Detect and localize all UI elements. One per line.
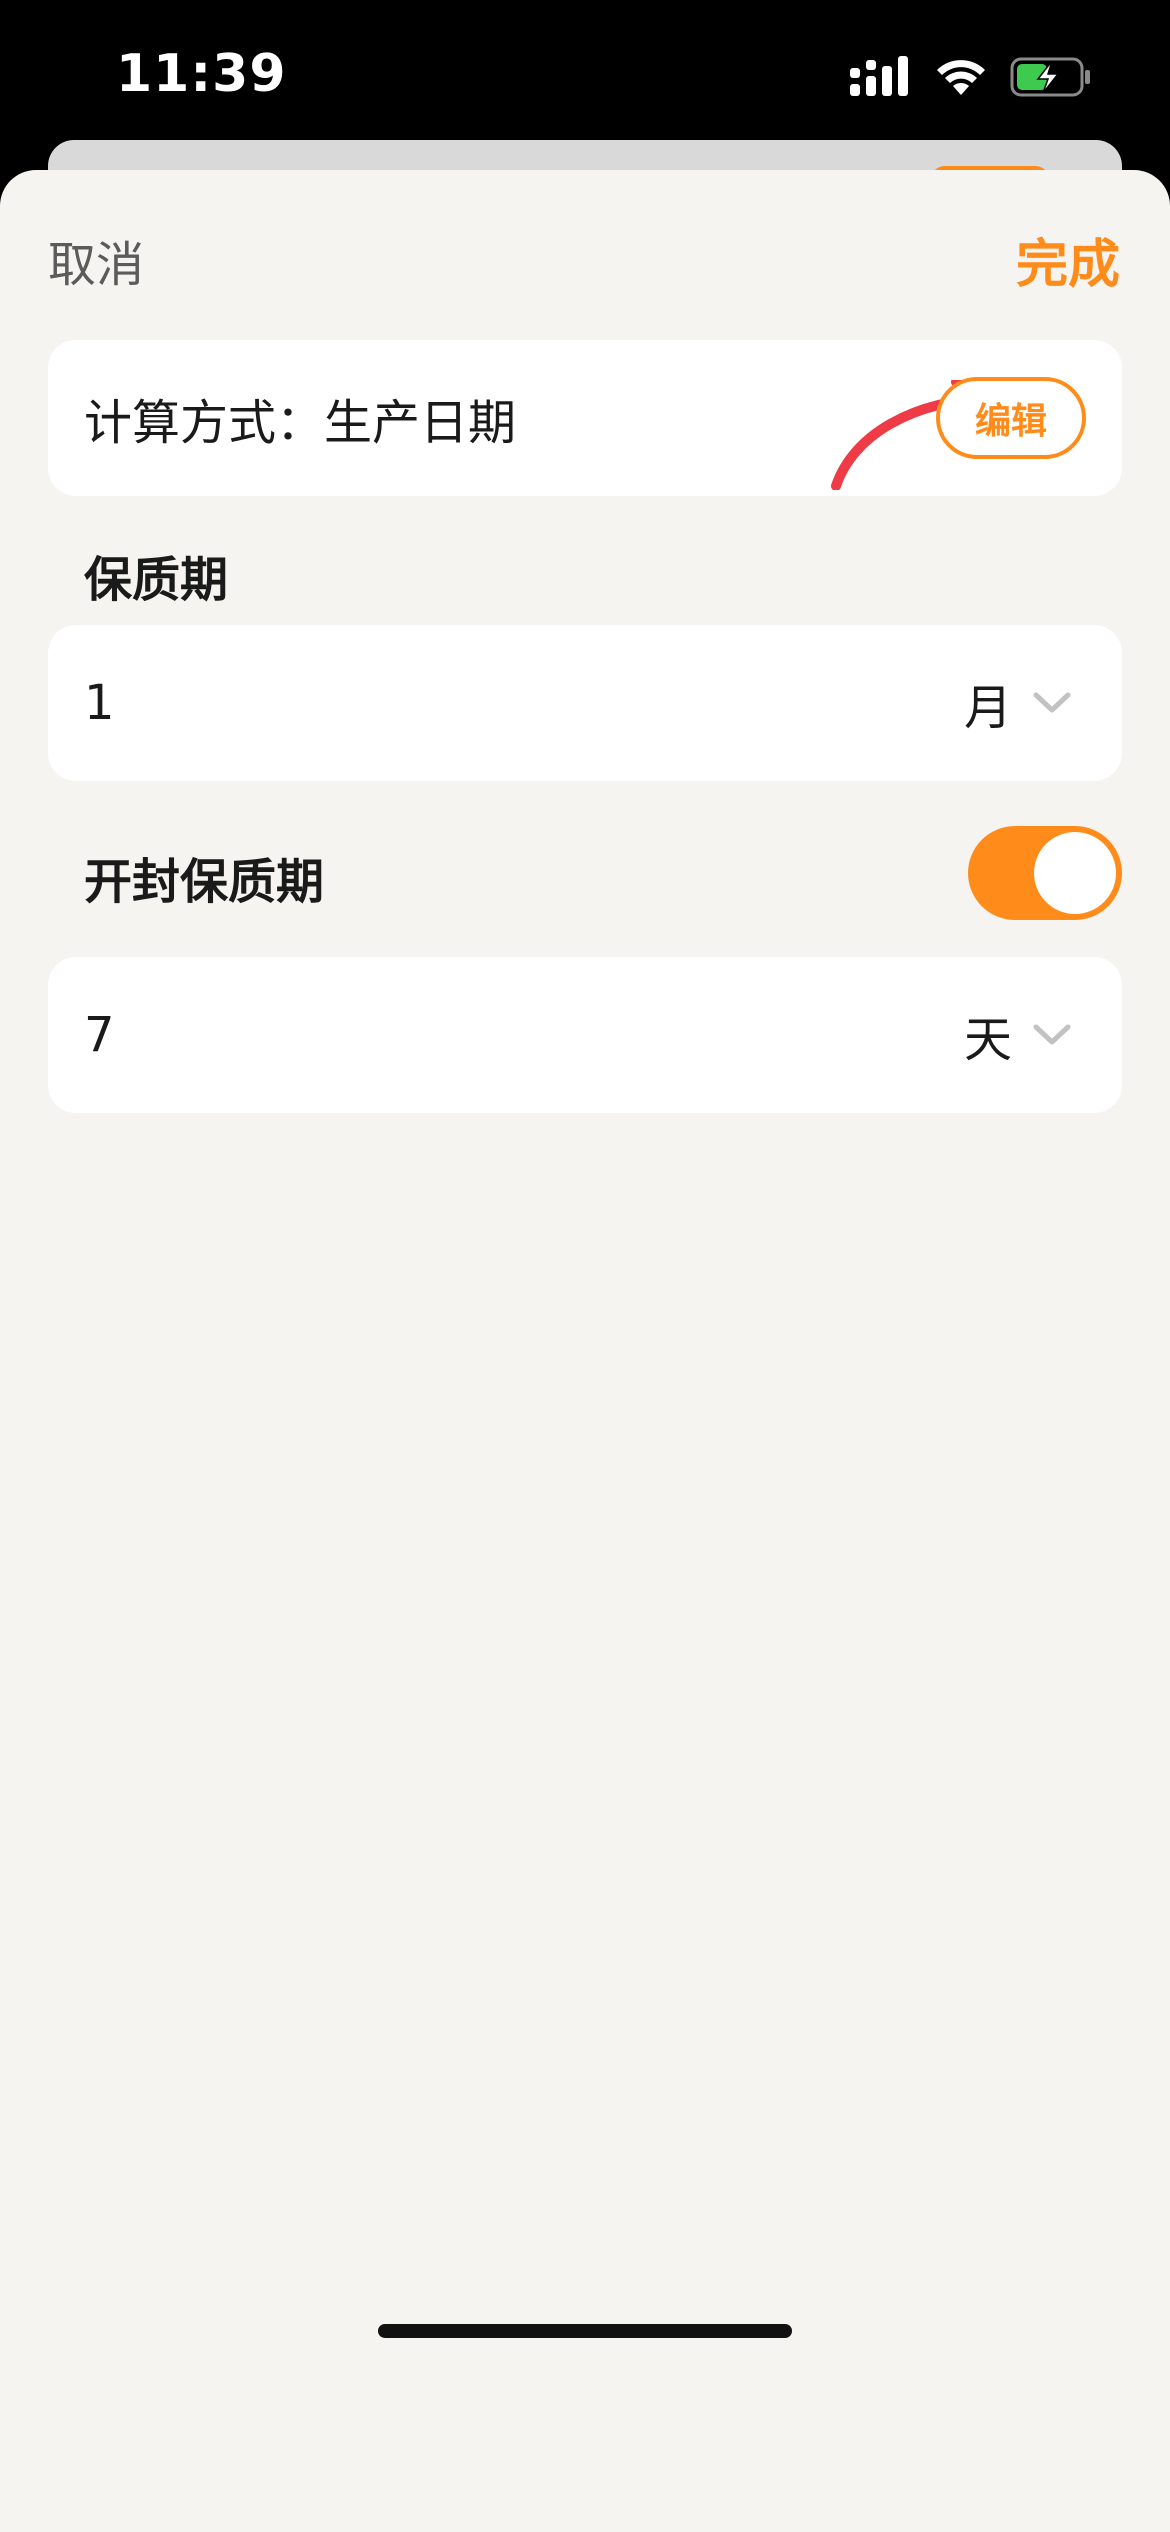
shelf-life-value[interactable]: 1 (84, 675, 115, 731)
signal-icon (850, 56, 908, 96)
edit-button[interactable]: 编辑 (936, 377, 1086, 459)
calc-method-text: 计算方式：生产日期 (84, 395, 517, 451)
chevron-down-icon (1033, 692, 1071, 713)
wifi-icon (937, 60, 985, 95)
shelf-life-unit: 月 (963, 680, 1012, 736)
opened-shelf-life-input[interactable]: 7 天 (48, 957, 1122, 1113)
opened-shelf-life-value[interactable]: 7 (84, 1007, 115, 1063)
edit-sheet: 取消 完成 计算方式：生产日期 编辑 保质期 1 月 开封保质期 7 天 (0, 170, 1170, 2532)
shelf-life-unit-select[interactable]: 月 (964, 668, 1072, 738)
cancel-button[interactable]: 取消 (48, 225, 144, 295)
home-indicator[interactable] (378, 2324, 792, 2338)
opened-shelf-life-label: 开封保质期 (84, 854, 325, 910)
shelf-life-label: 保质期 (84, 552, 229, 608)
status-bar: 11:39 (0, 0, 1170, 150)
chevron-down-icon (1033, 1024, 1071, 1045)
opened-shelf-life-toggle[interactable] (968, 826, 1122, 920)
status-time: 11:39 (116, 44, 287, 104)
opened-shelf-life-unit-select[interactable]: 天 (964, 1000, 1072, 1070)
done-button[interactable]: 完成 (1016, 222, 1120, 297)
calc-method-card: 计算方式：生产日期 编辑 (48, 340, 1122, 496)
shelf-life-input[interactable]: 1 月 (48, 625, 1122, 781)
toggle-knob (1034, 832, 1116, 914)
status-icons (850, 52, 1092, 102)
battery-charging-icon (1010, 57, 1090, 97)
opened-shelf-life-unit: 天 (963, 1012, 1012, 1068)
